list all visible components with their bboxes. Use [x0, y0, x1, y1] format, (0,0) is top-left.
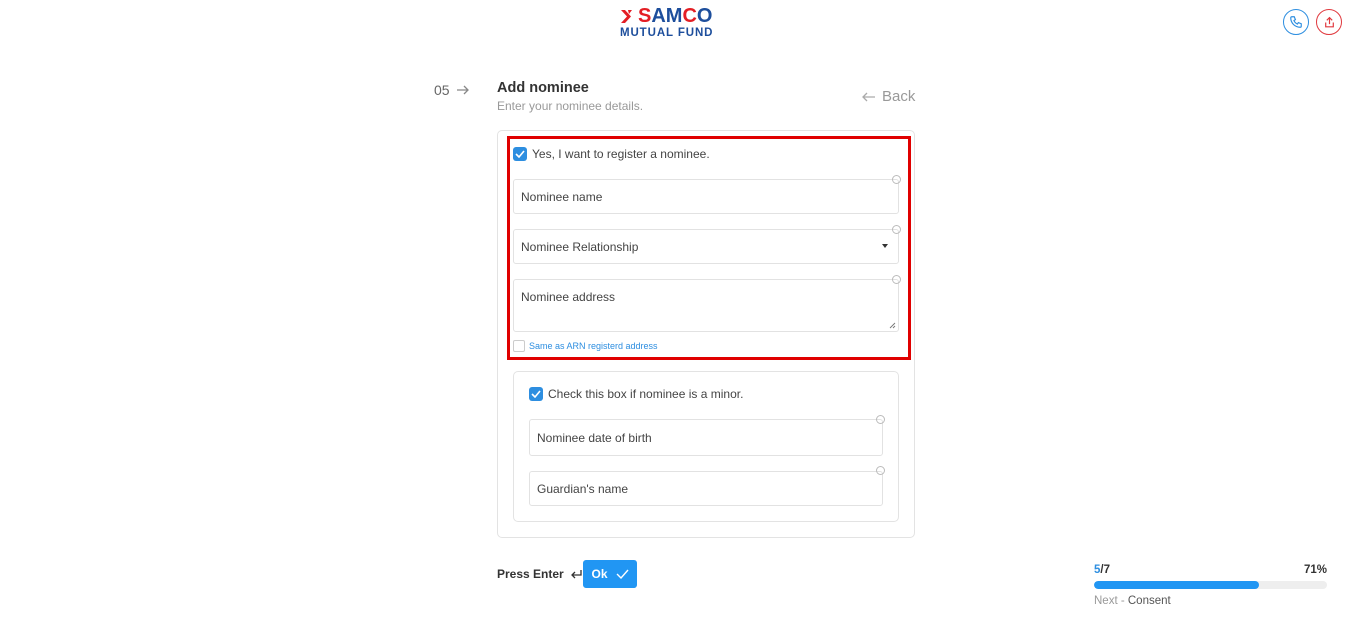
call-button[interactable] [1283, 9, 1309, 35]
resize-handle-icon[interactable] [889, 322, 896, 329]
checkmark-icon [515, 150, 525, 158]
logo-subtitle: MUTUAL FUND [620, 27, 714, 39]
samco-logo-mark [621, 10, 632, 23]
same-as-arn-row[interactable]: Same as ARN registerd address [513, 340, 658, 352]
field-status-icon [892, 175, 901, 184]
share-button[interactable] [1316, 9, 1342, 35]
nominee-address-textarea[interactable]: Nominee address [513, 279, 899, 332]
nominee-relationship-select[interactable]: Nominee Relationship [513, 229, 899, 264]
press-enter-hint: Press Enter [497, 567, 583, 581]
samco-logo: SAMCO MUTUAL FUND [620, 5, 730, 41]
nominee-name-input[interactable]: Nominee name [513, 179, 899, 214]
progress-bar [1094, 581, 1327, 589]
minor-row[interactable]: Check this box if nominee is a minor. [529, 387, 743, 401]
next-step: Next - Consent [1094, 595, 1171, 607]
field-status-icon [876, 415, 885, 424]
question-number: 05 [434, 82, 469, 98]
nominee-address-placeholder: Nominee address [521, 290, 616, 304]
nominee-dob-input[interactable]: Nominee date of birth [529, 419, 883, 456]
same-as-arn-label: Same as ARN registerd address [529, 341, 658, 351]
nominee-relationship-value: Nominee Relationship [521, 239, 639, 254]
minor-checkbox[interactable] [529, 387, 543, 401]
progress-step-count: 5/7 [1094, 564, 1110, 576]
question-title: Add nominee [497, 80, 589, 96]
share-icon [1324, 16, 1334, 27]
logo-wordmark: SAMCO [638, 5, 713, 27]
register-nominee-row[interactable]: Yes, I want to register a nominee. [513, 147, 710, 161]
progress-bar-fill [1094, 581, 1260, 589]
phone-icon [1290, 16, 1302, 28]
chevron-down-icon [882, 244, 888, 248]
field-status-icon [892, 275, 901, 284]
ok-button[interactable]: Ok [583, 560, 637, 588]
field-status-icon [876, 466, 885, 475]
checkmark-icon [616, 569, 629, 579]
same-as-arn-checkbox[interactable] [513, 340, 525, 352]
question-subtitle: Enter your nominee details. [497, 99, 644, 113]
checkmark-icon [531, 390, 541, 398]
back-label: Back [882, 88, 916, 105]
arrow-left-icon [862, 92, 875, 101]
progress-percent: 71% [1303, 564, 1327, 576]
register-nominee-label: Yes, I want to register a nominee. [532, 147, 710, 161]
guardian-name-placeholder: Guardian's name [537, 481, 629, 496]
enter-key-icon [570, 569, 582, 578]
nominee-name-placeholder: Nominee name [521, 189, 603, 204]
progress-indicator: 5/7 71% Next - Consent [1094, 564, 1327, 607]
minor-label: Check this box if nominee is a minor. [548, 387, 744, 401]
back-button[interactable]: Back [862, 88, 915, 105]
register-nominee-checkbox[interactable] [513, 147, 527, 161]
field-status-icon [892, 225, 901, 234]
guardian-name-input[interactable]: Guardian's name [529, 471, 883, 506]
nominee-dob-placeholder: Nominee date of birth [537, 430, 652, 445]
ok-label: Ok [591, 567, 608, 581]
arrow-right-icon [456, 85, 469, 95]
press-enter-label: Press Enter [497, 567, 564, 581]
